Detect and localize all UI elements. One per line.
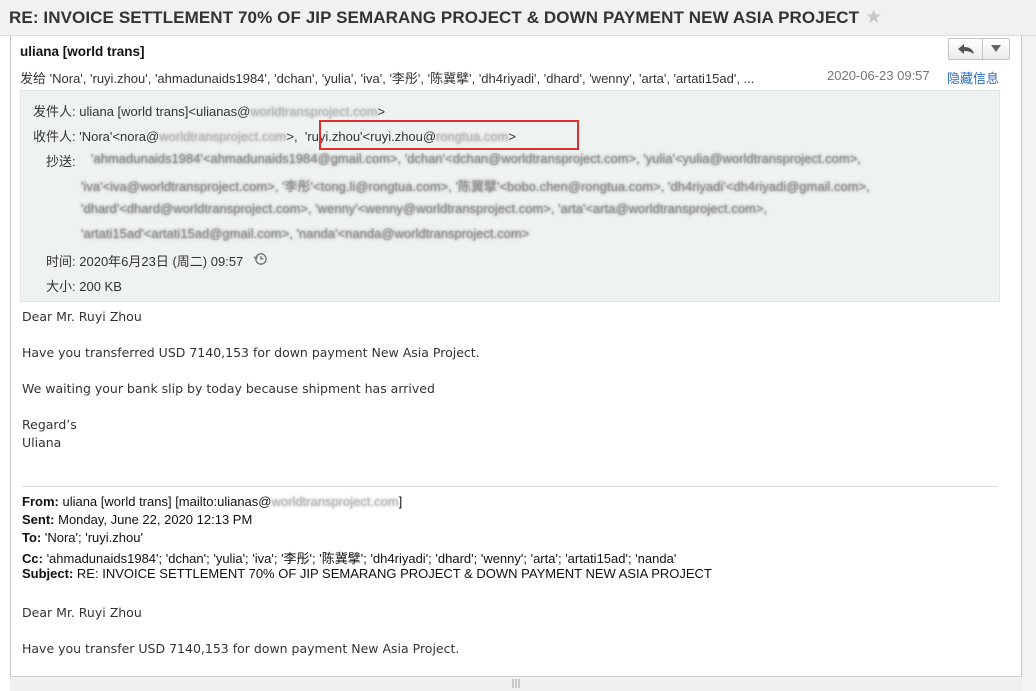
to-label: 发给 — [20, 71, 47, 86]
to-detail-label: 收件人: — [33, 129, 76, 144]
quoted-from-suffix: ] — [398, 494, 403, 509]
quoted-to: To: 'Nora'; 'ruyi.zhou' — [22, 530, 143, 545]
body-line-2: We waiting your bank slip by today becau… — [22, 381, 435, 396]
size-label: 大小: — [46, 279, 76, 294]
reply-icon — [957, 40, 975, 59]
email-subject: RE: INVOICE SETTLEMENT 70% OF JIP SEMARA… — [9, 7, 860, 27]
highlight-annotation — [319, 120, 579, 150]
reply-button[interactable] — [949, 39, 983, 59]
to-nora-prefix: <nora@ — [112, 129, 160, 144]
quoted-from: From: uliana [world trans] [mailto:ulian… — [22, 494, 402, 509]
scrollbar[interactable] — [1022, 36, 1036, 691]
body-greeting: Dear Mr. Ruyi Zhou — [22, 309, 142, 324]
quoted-from-domain: worldtransproject.com — [271, 494, 399, 509]
from-name: uliana [world trans] — [79, 104, 189, 119]
quoted-subject: Subject: RE: INVOICE SETTLEMENT 70% OF J… — [22, 566, 712, 581]
quoted-to-label: To: — [22, 530, 42, 545]
reply-button-group — [948, 38, 1010, 60]
header-details: 发件人: uliana [world trans]<ulianas@worldt… — [20, 90, 1000, 302]
cc-line-2: 'iva'<iva@worldtransproject.com>, '李彤'<t… — [81, 179, 870, 194]
star-icon[interactable]: ★ — [865, 8, 882, 27]
from-email-domain: worldtransproject.com — [250, 104, 378, 119]
recipients-summary: 发给 'Nora', 'ruyi.zhou', 'ahmadunaids1984… — [20, 68, 1010, 86]
quoted-from-value: uliana [world trans] [mailto:ulianas@ — [62, 494, 272, 509]
quoted-cc: Cc: 'ahmadunaids1984'; 'dchan'; 'yulia';… — [22, 548, 676, 567]
email-view: uliana [world trans] 发给 'Nora', 'ruyi.zh… — [10, 36, 1022, 691]
to-nora-name[interactable]: 'Nora' — [79, 129, 112, 144]
size-row: 大小: 200 KB — [46, 276, 122, 295]
body-closing: Regard’s — [22, 417, 77, 432]
quote-divider — [22, 486, 998, 487]
resize-handle[interactable]: ||| — [10, 676, 1022, 691]
quoted-sent-value: Monday, June 22, 2020 12:13 PM — [58, 512, 253, 527]
quoted-subject-label: Subject: — [22, 566, 74, 581]
from-label: 发件人: — [33, 104, 76, 119]
cc-line-3: 'dhard'<dhard@worldtransproject.com>, 'w… — [81, 201, 768, 216]
hide-details-link[interactable]: 隐藏信息 — [947, 68, 999, 87]
time-row: 时间: 2020年6月23日 (周二) 09:57 — [46, 251, 268, 270]
quoted-from-label: From: — [22, 494, 59, 509]
cc-line-4: 'artati15ad'<artati15ad@gmail.com>, 'nan… — [81, 226, 530, 241]
from-email-suffix: > — [377, 104, 386, 119]
cc-row: 抄送: — [46, 151, 76, 170]
body-line-1: Have you transferred USD 7140,153 for do… — [22, 345, 480, 360]
quoted-greeting: Dear Mr. Ruyi Zhou — [22, 605, 142, 620]
email-date: 2020-06-23 09:57 — [827, 68, 930, 83]
sender-name: uliana [world trans] — [20, 44, 145, 59]
reply-menu-button[interactable] — [983, 39, 1009, 59]
grip-icon: ||| — [511, 679, 521, 689]
size-value: 200 KB — [79, 279, 122, 294]
cc-line-1: 'ahmadunaids1984'<ahmadunaids1984@gmail.… — [91, 151, 861, 166]
time-label: 时间: — [46, 254, 76, 269]
quoted-to-value: 'Nora'; 'ruyi.zhou' — [44, 530, 143, 545]
quoted-sent: Sent: Monday, June 22, 2020 12:13 PM — [22, 512, 252, 527]
quoted-subject-value: RE: INVOICE SETTLEMENT 70% OF JIP SEMARA… — [76, 566, 712, 581]
subject-bar: RE: INVOICE SETTLEMENT 70% OF JIP SEMARA… — [0, 0, 1036, 36]
from-row: 发件人: uliana [world trans]<ulianas@worldt… — [33, 101, 385, 120]
clock-history-icon[interactable] — [253, 251, 268, 269]
quoted-cc-value: 'ahmadunaids1984'; 'dchan'; 'yulia'; 'iv… — [46, 551, 677, 566]
quoted-line-1: Have you transfer USD 7140,153 for down … — [22, 641, 460, 656]
cc-label: 抄送: — [46, 154, 76, 169]
chevron-down-icon — [991, 44, 1001, 55]
quoted-sent-label: Sent: — [22, 512, 55, 527]
to-nora-suffix: >, — [286, 129, 298, 144]
from-email-prefix: <ulianas@ — [188, 104, 251, 119]
to-list: 'Nora', 'ruyi.zhou', 'ahmadunaids1984', … — [49, 71, 755, 86]
to-nora-domain: worldtransproject.com — [159, 129, 287, 144]
time-value: 2020年6月23日 (周二) 09:57 — [79, 254, 244, 269]
quoted-cc-label: Cc: — [22, 551, 43, 566]
body-signature: Uliana — [22, 435, 62, 450]
